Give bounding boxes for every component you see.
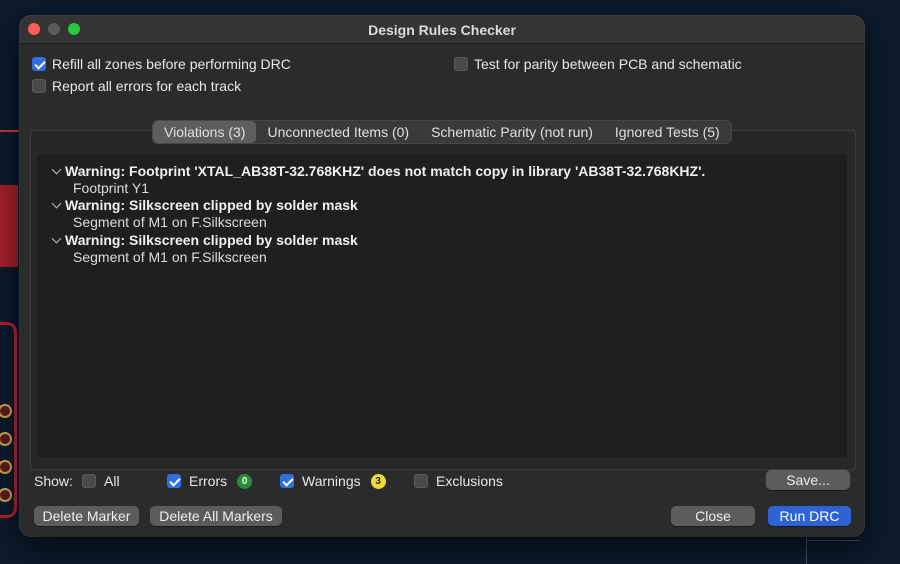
report-all-errors-checkbox[interactable] [32,79,46,93]
filter-warnings-label: Warnings [302,473,361,489]
violation-title: Warning: Silkscreen clipped by solder ma… [65,232,358,248]
drc-dialog: Design Rules Checker Refill all zones be… [20,16,864,536]
dialog-title: Design Rules Checker [368,22,516,38]
pcb-grid-line [806,540,860,541]
pcb-copper-fill [0,185,18,267]
chevron-down-icon[interactable] [51,233,62,244]
chevron-down-icon[interactable] [51,198,62,209]
filter-all-label: All [104,473,120,489]
delete-marker-button[interactable]: Delete Marker [34,506,139,526]
refill-zones-option[interactable]: Refill all zones before performing DRC [32,56,291,72]
test-parity-option[interactable]: Test for parity between PCB and schemati… [454,56,742,72]
filter-errors[interactable]: Errors 0 [167,473,253,489]
close-button[interactable]: Close [671,506,755,526]
errors-count-badge: 0 [237,473,253,489]
pcb-edge-line [0,130,20,132]
filter-warnings-checkbox[interactable] [280,474,294,488]
delete-all-markers-button[interactable]: Delete All Markers [150,506,282,526]
run-drc-button[interactable]: Run DRC [768,506,851,526]
violation-detail[interactable]: Footprint Y1 [73,180,149,196]
filter-exclusions-checkbox[interactable] [414,474,428,488]
tab-violations[interactable]: Violations (3) [153,121,257,143]
show-label: Show: [34,473,73,489]
report-all-errors-label: Report all errors for each track [52,78,242,94]
filter-exclusions[interactable]: Exclusions [414,473,503,489]
filter-errors-label: Errors [189,473,228,489]
filter-errors-checkbox[interactable] [167,474,181,488]
chevron-down-icon[interactable] [51,164,62,175]
test-parity-checkbox[interactable] [454,57,468,71]
violations-list[interactable]: Warning: Footprint 'XTAL_AB38T-32.768KHZ… [37,154,847,457]
filter-warnings[interactable]: Warnings 3 [280,473,386,489]
title-bar: Design Rules Checker [20,16,864,44]
tab-ignored-tests[interactable]: Ignored Tests (5) [604,121,731,143]
violation-title: Warning: Footprint 'XTAL_AB38T-32.768KHZ… [65,163,706,179]
violation-detail[interactable]: Segment of M1 on F.Silkscreen [73,214,267,230]
warnings-count-badge: 3 [370,473,386,489]
results-tabs: Violations (3) Unconnected Items (0) Sch… [152,120,732,144]
tab-unconnected-items[interactable]: Unconnected Items (0) [256,121,420,143]
filter-all[interactable]: All [82,473,120,489]
list-item[interactable]: Warning: Silkscreen clipped by solder ma… [37,197,847,214]
tab-schematic-parity[interactable]: Schematic Parity (not run) [420,121,604,143]
save-button[interactable]: Save... [766,470,850,490]
filter-all-checkbox[interactable] [82,474,96,488]
violation-detail[interactable]: Segment of M1 on F.Silkscreen [73,249,267,265]
list-item[interactable]: Warning: Footprint 'XTAL_AB38T-32.768KHZ… [37,163,847,180]
violation-title: Warning: Silkscreen clipped by solder ma… [65,197,358,213]
refill-zones-checkbox[interactable] [32,57,46,71]
list-item[interactable]: Warning: Silkscreen clipped by solder ma… [37,232,847,249]
report-all-errors-option[interactable]: Report all errors for each track [32,78,241,94]
refill-zones-label: Refill all zones before performing DRC [52,56,291,72]
filter-exclusions-label: Exclusions [436,473,503,489]
test-parity-label: Test for parity between PCB and schemati… [474,56,742,72]
